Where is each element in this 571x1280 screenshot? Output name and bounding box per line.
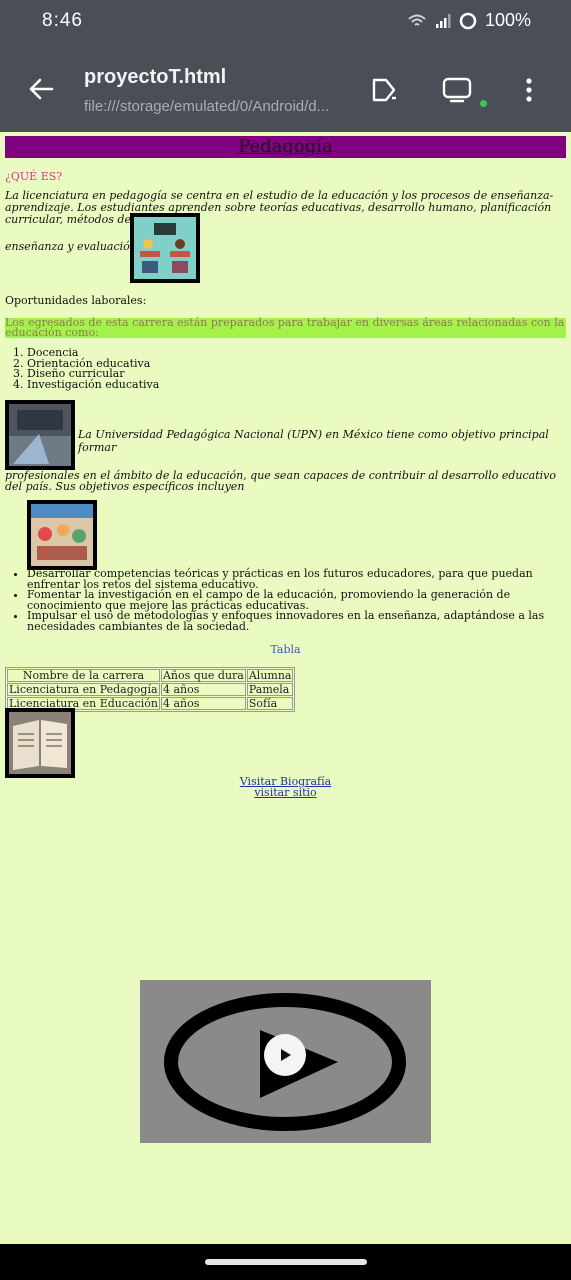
table-cell: Licenciatura en Pedagogía [7, 683, 160, 696]
table-row: Licenciatura en Pedagogía 4 años Pamela [7, 683, 294, 696]
classroom-illustration [134, 217, 196, 279]
more-menu-icon[interactable] [513, 74, 545, 106]
question-heading: ¿QUÉ ES? [5, 170, 63, 183]
cast-icon[interactable] [370, 74, 402, 106]
table-cell: Pamela [246, 683, 294, 696]
url-bar[interactable]: file:///storage/emulated/0/Android/d... [84, 98, 346, 115]
battery-ring-icon [459, 12, 477, 29]
intro-paragraph: La licenciatura en pedagogía se centra e… [5, 189, 554, 226]
tabs-icon[interactable] [441, 74, 473, 106]
table-cell: Sofía [246, 697, 294, 710]
list-item: Desarrollar competencias teóricas y prác… [27, 568, 565, 590]
classroom-image [130, 213, 200, 283]
browser-toolbar: proyectoT.html file:///storage/emulated/… [0, 44, 571, 132]
clock: 8:46 [42, 10, 83, 31]
system-nav-bar [0, 1244, 571, 1280]
table-header-row: Nombre de la carrera Años que dura Alumn… [7, 669, 294, 682]
column-header: Años que dura [160, 669, 246, 682]
intro-paragraph-end: enseñanza y evaluación. [5, 240, 141, 253]
jobs-heading: Oportunidades laborales: [5, 294, 147, 307]
list-item: Impulsar el uso de metodologías y enfoqu… [27, 610, 565, 632]
list-item: Investigación educativa [27, 379, 159, 391]
table-cell: 4 años [160, 697, 246, 710]
upn-paragraph: La Universidad Pedagógica Nacional (UPN)… [78, 428, 549, 454]
signal-icon [435, 13, 451, 28]
goals-list: Desarrollar competencias teóricas y prác… [27, 568, 565, 632]
indicator-dot [480, 100, 487, 107]
upn-paragraph-cont: profesionales en el ámbito de la educaci… [5, 469, 556, 493]
column-header: Nombre de la carrera [7, 669, 160, 682]
table-caption: Tabla [270, 643, 301, 656]
links-group: Visitar Biografía visitar sitio [0, 776, 571, 798]
home-handle[interactable] [205, 1259, 367, 1265]
table-cell: 4 años [160, 683, 246, 696]
students-photo [31, 504, 93, 566]
students-image [27, 500, 97, 570]
web-page: Pedagogía ¿QUÉ ES? La licenciatura en pe… [0, 132, 571, 1244]
campus-photo [9, 404, 71, 466]
status-icons: 100% [407, 10, 531, 31]
heading-banner: Pedagogía [5, 136, 566, 158]
page-heading: Pedagogía [238, 136, 333, 157]
page-title: proyectoT.html [84, 66, 227, 88]
video-player[interactable] [140, 980, 431, 1143]
play-button[interactable] [264, 1034, 306, 1076]
status-bar: 8:46 100% [0, 0, 571, 44]
book-image [5, 708, 75, 778]
list-item: Fomentar la investigación en el campo de… [27, 589, 565, 611]
highlight-paragraph: Los egresados de esta carrera están prep… [5, 316, 566, 339]
jobs-list: Docencia Orientación educativa Diseño cu… [27, 347, 159, 391]
site-link[interactable]: visitar sitio [0, 787, 571, 798]
careers-table: Nombre de la carrera Años que dura Alumn… [5, 667, 296, 712]
column-header: Alumna [246, 669, 294, 682]
open-book-photo [9, 712, 71, 774]
back-arrow-icon[interactable] [26, 74, 56, 104]
battery-percent: 100% [484, 10, 531, 30]
play-icon [281, 1049, 291, 1061]
wifi-icon [408, 14, 426, 26]
upn-image [5, 400, 75, 470]
